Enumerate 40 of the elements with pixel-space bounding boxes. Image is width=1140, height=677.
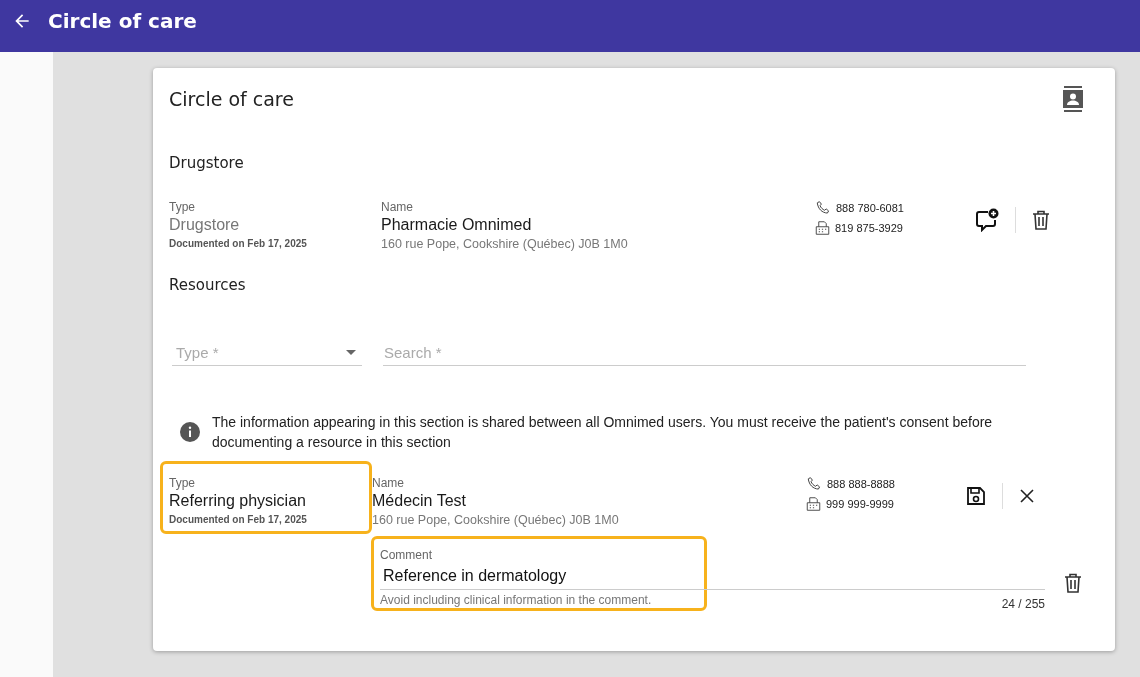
phone-number: 888 888-8888 — [827, 478, 895, 490]
type-value: Drugstore — [169, 216, 241, 234]
info-icon — [180, 422, 200, 442]
fax-icon — [815, 220, 830, 236]
fax-icon — [806, 496, 821, 512]
save-icon[interactable] — [966, 486, 986, 506]
card-title: Circle of care — [169, 88, 294, 110]
contact-card-icon[interactable] — [1062, 86, 1084, 112]
fax-number: 819 875-3929 — [835, 222, 903, 234]
type-label: Type — [169, 476, 196, 490]
phone-icon — [806, 476, 822, 492]
type-select[interactable]: Type * — [172, 341, 362, 366]
phone-icon — [815, 200, 831, 216]
type-label: Type — [169, 200, 196, 214]
contact-address: 160 rue Pope, Cookshire (Québec) J0B 1M0 — [381, 237, 629, 251]
info-message: The information appearing in this section is shared between all Omnimed users. You must receive the patient's consent before documenting a resource in this section — [212, 413, 994, 452]
contact-name: Médecin Test — [372, 492, 467, 510]
section-heading: Resources — [169, 276, 247, 294]
search-field[interactable]: Search * — [383, 341, 1026, 366]
documented-date: Documented on Feb 17, 2025 — [169, 238, 308, 249]
name-label: Name — [372, 476, 405, 490]
delete-icon[interactable] — [1064, 573, 1082, 593]
fax-number: 999 999-9999 — [826, 498, 894, 510]
documented-date: Documented on Feb 17, 2025 — [169, 514, 308, 525]
close-icon[interactable] — [1019, 488, 1035, 504]
delete-icon[interactable] — [1032, 210, 1050, 230]
dropdown-caret-icon — [346, 350, 356, 355]
type-value: Referring physician — [169, 492, 307, 510]
contact-name: Pharmacie Omnimed — [381, 216, 533, 234]
name-label: Name — [381, 200, 414, 214]
character-counter: 24 / 255 — [1001, 596, 1045, 611]
add-comment-icon[interactable] — [975, 208, 999, 232]
app-bar-title: Circle of care — [48, 9, 197, 33]
comment-field[interactable]: Comment Reference in dermatology Avoid including clinical information in the comment. 24 / 255 — [380, 548, 1045, 611]
comment-value: Reference in dermatology — [380, 562, 1045, 590]
contact-address: 160 rue Pope, Cookshire (Québec) J0B 1M0 — [372, 513, 620, 527]
section-heading: Drugstore — [169, 154, 245, 172]
comment-hint: Avoid including clinical information in the comment. — [380, 593, 652, 609]
phone-number: 888 780-6081 — [836, 202, 904, 214]
comment-label: Comment — [380, 548, 433, 562]
